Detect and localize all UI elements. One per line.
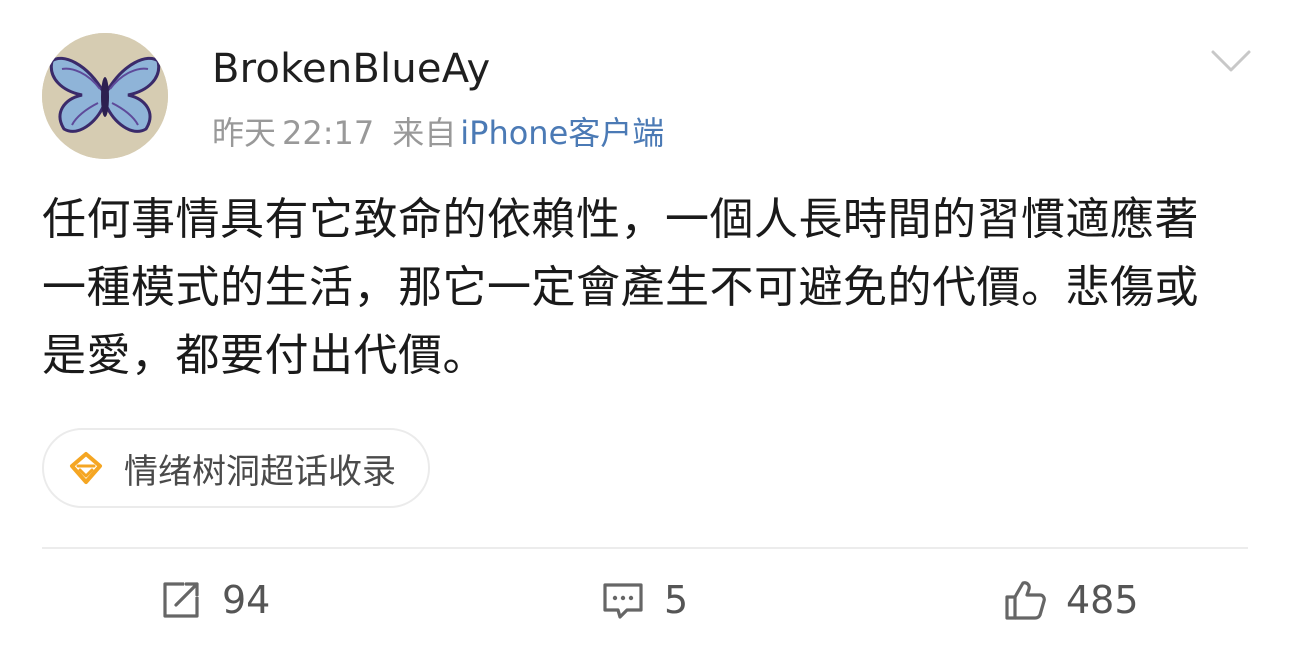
avatar[interactable] (42, 33, 168, 159)
chevron-down-icon[interactable] (1210, 48, 1252, 74)
comment-count: 5 (664, 578, 689, 622)
thumbs-up-icon (1005, 581, 1046, 620)
butterfly-avatar-icon (42, 33, 168, 159)
comment-button[interactable]: 5 (600, 572, 688, 628)
like-button[interactable]: 485 (1002, 572, 1139, 628)
post-time: 22:17 (282, 114, 375, 152)
post-date: 昨天 (212, 114, 277, 152)
post-body: 任何事情具有它致命的依賴性，一個人長時間的習慣適應著一種模式的生活，那它一定會產… (42, 194, 1199, 381)
divider (42, 547, 1248, 549)
repost-button[interactable]: 94 (158, 572, 270, 628)
source-prefix: 来自 (392, 114, 457, 152)
like-count: 485 (1066, 578, 1139, 622)
supertopic-label: 情绪树洞超话收录 (124, 451, 396, 492)
comment-icon (603, 583, 643, 619)
supertopic-diamond-icon (70, 452, 102, 484)
repost-count: 94 (222, 578, 271, 622)
username[interactable]: BrokenBlueAy (212, 44, 490, 94)
repost-icon (163, 582, 199, 618)
supertopic-tag[interactable]: 情绪树洞超话收录 (42, 428, 430, 508)
post-meta: 昨天 22:17 来自 iPhone客户端 (212, 112, 664, 154)
source-client-link[interactable]: iPhone客户端 (460, 114, 664, 152)
